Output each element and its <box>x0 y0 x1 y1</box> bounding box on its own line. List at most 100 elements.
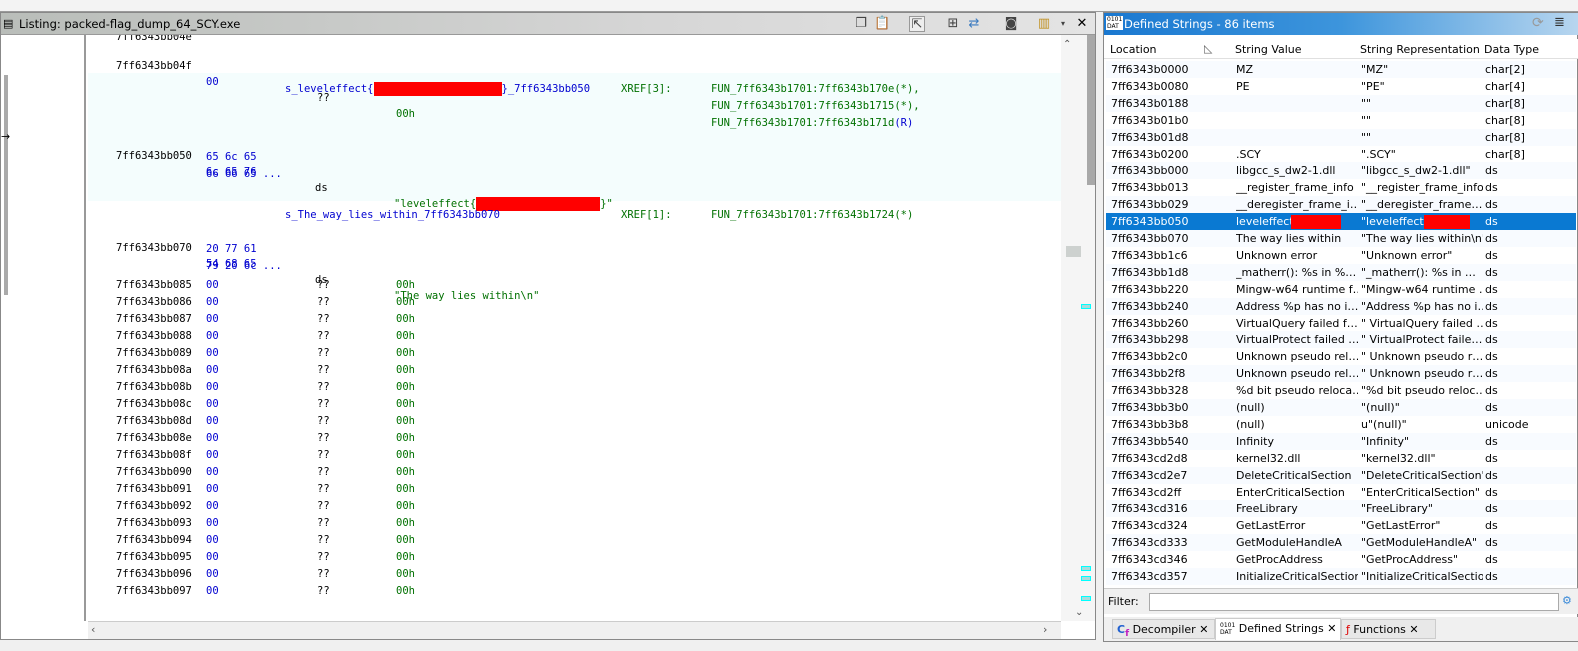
string-row[interactable]: 7ff6343cd316 FreeLibrary "FreeLibrary" ds <box>1106 500 1576 518</box>
listing-row[interactable]: 7ff6343bb091 00?? 00h <box>88 481 588 497</box>
listing-row[interactable]: 7ff6343bb08c 00?? 00h <box>88 396 588 412</box>
listing-code[interactable]: 7ff6343bb04e 7ff6343bb04f 00 ?? 00h s_le… <box>88 35 1061 621</box>
xref-link[interactable]: FUN_7ff6343b1701:7ff6343b170e(*), <box>711 81 920 97</box>
mnemonic: ?? <box>317 398 330 410</box>
diff-icon[interactable]: ⇄ <box>966 16 982 32</box>
cell-data-type: ds <box>1485 485 1498 499</box>
string-row[interactable]: 7ff6343bb013 __register_frame_info "__regi… <box>1106 179 1576 197</box>
listing-row[interactable]: 7ff6343bb097 00?? 00h <box>88 583 588 599</box>
snapshot-icon[interactable]: ◙ <box>1003 16 1019 32</box>
string-row[interactable]: 7ff6343bb070 The way lies within "The way … <box>1106 230 1576 247</box>
copy-icon[interactable]: ❐ <box>853 16 869 32</box>
listing-row[interactable]: 7ff6343bb096 00?? 00h <box>88 566 588 582</box>
listing-row[interactable]: 7ff6343bb070 54 68 65 ds "The way lies w… <box>88 224 788 302</box>
listing-row[interactable]: 7ff6343bb08f 00?? 00h <box>88 447 588 463</box>
listing-row[interactable]: 7ff6343bb086 00?? 00h <box>88 294 588 310</box>
string-row[interactable]: 7ff6343bb1d8 _matherr(): %s in %… "_mather… <box>1106 263 1576 281</box>
xref-link[interactable]: FUN_7ff6343b1701:7ff6343b171d(R) <box>711 115 913 131</box>
string-row[interactable]: 7ff6343cd346 GetProcAddress "GetProcAddres… <box>1106 551 1576 569</box>
string-row[interactable]: 7ff6343b01d8 "" char[8] <box>1106 128 1576 146</box>
string-row[interactable]: 7ff6343bb260 VirtualQuery failed f… " Vir… <box>1106 314 1576 332</box>
string-row[interactable]: 7ff6343bb1c6 Unknown error "Unknown error"… <box>1106 246 1576 264</box>
column-data-type[interactable]: Data Type <box>1484 43 1539 56</box>
xref-link[interactable]: FUN_7ff6343b1701:7ff6343b1724(*) <box>711 207 913 223</box>
string-row[interactable]: 7ff6343bb298 VirtualProtect failed … " Vi… <box>1106 331 1576 349</box>
column-string-representation[interactable]: String Representation <box>1360 43 1480 56</box>
cell-data-type: char[2] <box>1485 63 1525 76</box>
sort-icon[interactable]: ◺ <box>1204 42 1212 55</box>
tab-functions[interactable]: ƒ Functions ✕ <box>1341 619 1436 639</box>
listing-row[interactable]: 7ff6343bb092 00?? 00h <box>88 498 588 514</box>
string-row[interactable]: 7ff6343cd2ff EnterCriticalSection "EnterCr… <box>1106 483 1576 501</box>
string-row[interactable]: 7ff6343cd2e7 DeleteCriticalSection "Delete… <box>1106 466 1576 484</box>
string-row[interactable]: 7ff6343bb240 Address %p has no i… "Address… <box>1106 297 1576 315</box>
scroll-right-icon[interactable]: › <box>1043 623 1047 636</box>
string-row[interactable]: 7ff6343bb000 libgcc_s_dw2-1.dll "libgcc_s_… <box>1106 162 1576 180</box>
string-row[interactable]: 7ff6343cd357 InitializeCriticalSection "In… <box>1106 568 1576 585</box>
listing-title: Listing: packed-flag_dump_64_SCY.exe <box>19 17 241 31</box>
cell-data-type: ds <box>1485 553 1498 567</box>
string-row[interactable]: 7ff6343bb050 leveleffect{"leveleffect{ds <box>1106 213 1576 231</box>
overview-bar[interactable]: ⌃ ⌄ <box>1061 35 1095 621</box>
field-format-icon[interactable]: ⊞ <box>945 16 961 32</box>
paste-icon[interactable]: 📋 <box>874 16 890 32</box>
horizontal-scrollbar[interactable]: ‹ › <box>88 621 1061 639</box>
listing-row[interactable]: 7ff6343bb08b 00?? 00h <box>88 379 588 395</box>
listing-row[interactable]: 7ff6343bb088 00?? 00h <box>88 328 588 344</box>
tab-decompiler[interactable]: Cf Decompiler ✕ <box>1112 619 1215 639</box>
string-row[interactable]: 7ff6343b01b0 "" char[8] <box>1106 111 1576 129</box>
listing-row[interactable]: 7ff6343bb093 00?? 00h <box>88 515 588 531</box>
menu-icon[interactable]: ≣ <box>1554 15 1565 30</box>
scrollbar-thumb[interactable] <box>1087 35 1095 185</box>
filter-input[interactable] <box>1149 593 1559 611</box>
string-row[interactable]: 7ff6343b0188 "" char[8] <box>1106 94 1576 112</box>
listing-row[interactable]: 7ff6343bb095 00?? 00h <box>88 549 588 565</box>
string-row[interactable]: 7ff6343bb220 Mingw-w64 runtime f… "Mingw-w… <box>1106 280 1576 298</box>
scroll-left-icon[interactable]: ‹ <box>91 623 95 636</box>
listing-row[interactable]: 7ff6343bb094 00?? 00h <box>88 532 588 548</box>
bytes: 00 <box>206 483 219 495</box>
scroll-down-icon[interactable]: ⌄ <box>1075 607 1083 618</box>
string-row[interactable]: 7ff6343cd324 GetLastError "GetLastError" ds <box>1106 517 1576 535</box>
string-row[interactable]: 7ff6343bb029 __deregister_frame_i… "__dere… <box>1106 196 1576 214</box>
margin-scroll-marker[interactable] <box>4 75 8 295</box>
string-row[interactable]: 7ff6343bb328 %d bit pseudo reloca… "%d bit… <box>1106 382 1576 400</box>
label-the-way[interactable]: s_The_way_lies_within_7ff6343bb070 <box>285 207 500 223</box>
close-tab-icon[interactable]: ✕ <box>1409 623 1418 636</box>
string-row[interactable]: 7ff6343cd333 GetModuleHandleA "GetModuleHa… <box>1106 534 1576 552</box>
bytes: 00 <box>206 279 219 291</box>
filter-options-icon[interactable]: ⚙ <box>1562 594 1572 607</box>
dropdown-icon[interactable]: ▾ <box>1055 16 1071 32</box>
label-leveleffect[interactable]: s_leveleffect{}_7ff6343bb050 <box>285 81 590 97</box>
close-tab-icon[interactable]: ✕ <box>1199 623 1208 636</box>
listing-row[interactable]: 7ff6343bb087 00?? 00h <box>88 311 588 327</box>
string-row[interactable]: 7ff6343b0200 .SCY ".SCY" char[8] <box>1106 145 1576 163</box>
listing-row[interactable]: 7ff6343bb089 00?? 00h <box>88 345 588 361</box>
listing-row[interactable]: 7ff6343bb050 6c 65 76 ds "leveleffect{}" <box>88 132 788 211</box>
string-row[interactable]: 7ff6343bb3b0 (null) "(null)" ds <box>1106 399 1576 416</box>
listing-row[interactable]: 7ff6343bb08d 00?? 00h <box>88 413 588 429</box>
listing-row[interactable]: 7ff6343bb04f 00 ?? 00h <box>88 42 415 120</box>
listing-row[interactable]: 7ff6343bb085 00?? 00h <box>88 277 588 293</box>
xref-link[interactable]: FUN_7ff6343b1701:7ff6343b1715(*), <box>711 98 920 114</box>
tab-defined-strings[interactable]: 0101 DAT Defined Strings ✕ <box>1215 618 1341 640</box>
close-tab-icon[interactable]: ✕ <box>1327 622 1336 635</box>
string-row[interactable]: 7ff6343b0000 MZ "MZ" char[2] <box>1106 61 1576 78</box>
string-row[interactable]: 7ff6343bb540 Infinity "Infinity" ds <box>1106 432 1576 450</box>
close-icon[interactable]: ✕ <box>1074 16 1090 32</box>
options-icon[interactable]: ▥ <box>1036 16 1052 32</box>
string-row[interactable]: 7ff6343bb2c0 Unknown pseudo rel… " Unknow… <box>1106 348 1576 366</box>
listing-row[interactable]: 7ff6343bb090 00?? 00h <box>88 464 588 480</box>
column-location[interactable]: Location <box>1110 43 1157 56</box>
string-row[interactable]: 7ff6343cd2d8 kernel32.dll "kernel32.dll" ds <box>1106 449 1576 467</box>
column-string-value[interactable]: String Value <box>1235 43 1302 56</box>
string-row[interactable]: 7ff6343b0080 PE "PE" char[4] <box>1106 77 1576 95</box>
string-row[interactable]: 7ff6343bb3b8 (null) u"(null)" unicode <box>1106 415 1576 433</box>
listing-row[interactable]: 7ff6343bb08e 00?? 00h <box>88 430 588 446</box>
refresh-icon[interactable]: ⟳ <box>1532 15 1544 31</box>
listing-row[interactable]: 7ff6343bb08a 00?? 00h <box>88 362 588 378</box>
cursor-select-icon[interactable]: ⇱ <box>909 16 925 32</box>
scroll-up-icon[interactable]: ⌃ <box>1063 39 1071 50</box>
string-row[interactable]: 7ff6343bb2f8 Unknown pseudo rel… " Unknow… <box>1106 365 1576 383</box>
cell-representation: "__register_frame_info" <box>1361 181 1483 195</box>
